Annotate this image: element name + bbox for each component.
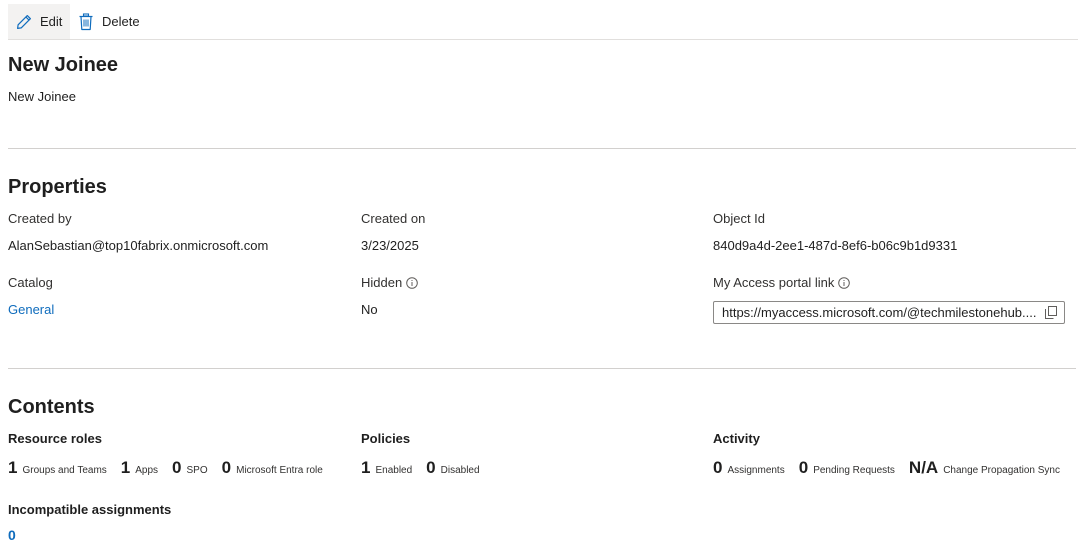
hidden-label-row: Hidden [361, 275, 419, 292]
trash-icon [78, 12, 94, 31]
stat-assignments[interactable]: 0 Assignments [713, 458, 785, 478]
stat-disabled[interactable]: 0 Disabled [426, 458, 479, 478]
activity-stats: 0 Assignments 0 Pending Requests N/A Change… [713, 458, 1074, 478]
created-on-value: 3/23/2025 [361, 238, 419, 253]
hidden-value: No [361, 302, 378, 317]
edit-button[interactable]: Edit [8, 4, 70, 39]
delete-button[interactable]: Delete [76, 4, 140, 39]
stat-caption: Enabled [375, 465, 413, 476]
stat-enabled[interactable]: 1 Enabled [361, 458, 412, 478]
stat-groups-teams[interactable]: 1 Groups and Teams [8, 458, 107, 478]
stat-caption: Groups and Teams [22, 465, 107, 476]
stat-apps[interactable]: 1 Apps [121, 458, 158, 478]
edit-label: Edit [40, 14, 63, 29]
stat-caption: Assignments [727, 465, 785, 476]
stat-spo[interactable]: 0 SPO [172, 458, 208, 478]
delete-label: Delete [102, 14, 140, 29]
stat-caption: SPO [186, 465, 208, 476]
created-by-value: AlanSebastian@top10fabrix.onmicrosoft.co… [8, 238, 269, 253]
contents-heading: Contents [8, 396, 95, 418]
hidden-label: Hidden [361, 275, 403, 290]
page-description: New Joinee [8, 89, 76, 104]
created-on-label: Created on [361, 211, 426, 226]
stat-caption: Change Propagation Sync [943, 465, 1060, 476]
info-icon[interactable] [838, 277, 851, 292]
section-divider [8, 148, 1076, 149]
toolbar-divider [8, 39, 1078, 40]
copy-icon[interactable] [1042, 304, 1060, 322]
stat-number: 1 [120, 458, 131, 477]
resource-roles-stats: 1 Groups and Teams 1 Apps 0 SPO 0 Microsoft … [8, 458, 337, 478]
stat-caption: Disabled [440, 465, 480, 476]
portal-link-field[interactable]: https://myaccess.microsoft.com/@techmile… [713, 301, 1065, 324]
policies-stats: 1 Enabled 0 Disabled [361, 458, 494, 478]
portal-link-label-row: My Access portal link [713, 275, 851, 292]
info-icon[interactable] [406, 277, 419, 292]
object-id-value: 840d9a4d-2ee1-487d-8ef6-b06c9b1d9331 [713, 238, 958, 253]
stat-number: 0 [426, 458, 436, 477]
stat-caption: Apps [135, 465, 159, 476]
object-id-label: Object Id [713, 211, 766, 226]
page-title: New Joinee [8, 54, 119, 76]
stat-number: 0 [172, 458, 182, 477]
catalog-label: Catalog [8, 275, 53, 290]
stat-number: N/A [908, 458, 939, 477]
portal-link-label: My Access portal link [713, 275, 835, 290]
incompatible-heading: Incompatible assignments [8, 502, 172, 517]
command-bar: Edit Delete [0, 0, 1078, 40]
catalog-link[interactable]: General [8, 302, 54, 317]
stat-number: 0 [798, 458, 809, 477]
stat-change-propagation[interactable]: N/A Change Propagation Sync [909, 458, 1060, 478]
stat-number: 0 [221, 458, 232, 477]
stat-entra-role[interactable]: 0 Microsoft Entra role [222, 458, 323, 478]
stat-number: 1 [8, 458, 18, 477]
created-by-label: Created by [8, 211, 72, 226]
stat-pending-requests[interactable]: 0 Pending Requests [799, 458, 895, 478]
pencil-icon [16, 14, 32, 30]
resource-roles-heading: Resource roles [8, 431, 102, 446]
policies-heading: Policies [361, 431, 411, 446]
stat-caption: Microsoft Entra role [236, 465, 323, 476]
stat-number: 1 [361, 458, 371, 477]
stat-number: 0 [713, 458, 723, 477]
portal-link-value[interactable]: https://myaccess.microsoft.com/@techmile… [722, 305, 1042, 320]
properties-heading: Properties [8, 176, 107, 198]
stat-caption: Pending Requests [813, 465, 895, 476]
activity-heading: Activity [713, 431, 760, 446]
incompatible-count-link[interactable]: 0 [8, 527, 16, 543]
section-divider [8, 368, 1076, 369]
